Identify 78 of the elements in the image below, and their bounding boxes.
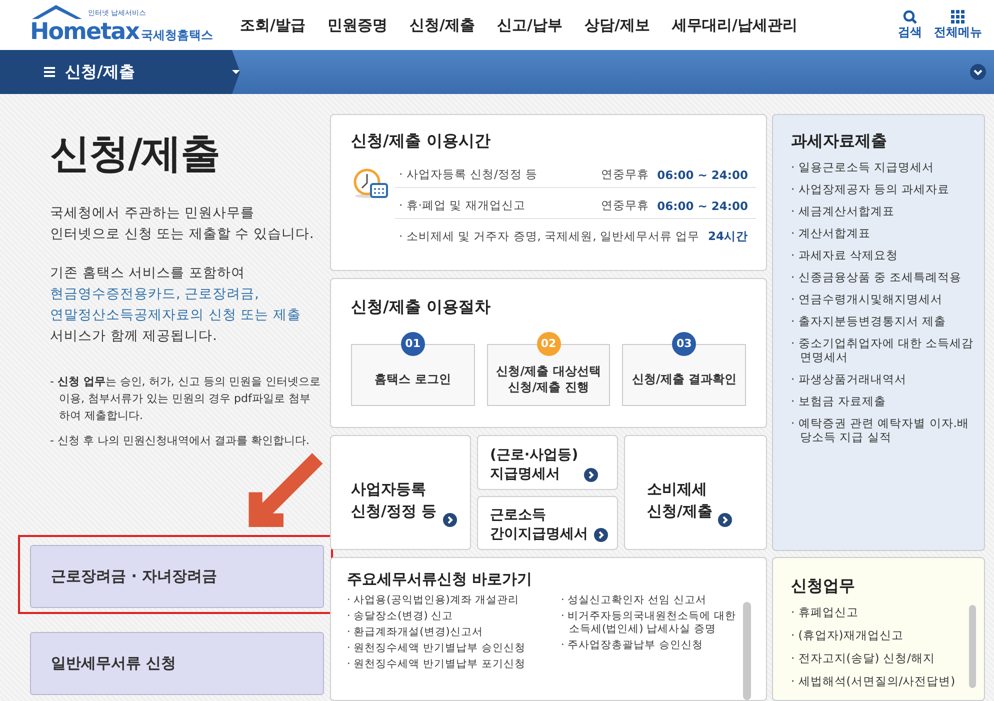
hours-label: · 휴·폐업 및 재개업신고: [399, 198, 526, 213]
card-title: 신청/제출 이용시간: [351, 131, 492, 152]
intro-text: 기존 홈택스 서비스를 포함하여 현금영수증전용카드, 근로장려금, 연말정산소득공제자료의 신청 또는 제출 서비스가 함께 제공됩니다.: [50, 264, 302, 346]
hours-label: · 소비제세 및 거주자 증명, 국제세원, 일반세무서류 업무: [399, 229, 701, 244]
document-link[interactable]: · 송달장소(변경) 신고: [347, 610, 555, 623]
shortcut-tile[interactable]: 사업자등록 신청/정정 등: [330, 435, 471, 550]
panel-link[interactable]: · 전자고지(송달) 신청/해지: [791, 651, 969, 665]
panel-title: 신청업무: [791, 576, 856, 597]
menu-item[interactable]: 세무대리/납세관리: [672, 16, 798, 34]
search-button[interactable]: 검색: [898, 10, 922, 40]
panel-link[interactable]: · 사업장제공자 등의 과세자료: [791, 182, 976, 196]
menu-item[interactable]: 신청/제출: [409, 16, 475, 34]
chevron-right-icon: [718, 513, 732, 527]
panel-link[interactable]: · 출자지분등변경통지서 제출: [791, 314, 976, 328]
caret-icon: [232, 70, 240, 74]
panel-link[interactable]: · 휴폐업신고: [791, 605, 969, 619]
house-roof-icon: [30, 3, 84, 20]
panel-link[interactable]: · 보험금 자료제출: [791, 394, 976, 408]
step-number: 02: [536, 332, 560, 356]
all-menu-button[interactable]: 전체메뉴: [934, 10, 982, 40]
step-label: 신청/제출 결과확인: [632, 371, 736, 387]
document-link[interactable]: · 비거주자등의국내원천소득에 대한 소득세(법인세) 납세사실 증명: [561, 610, 737, 636]
panel-link[interactable]: · (휴업자)재개업신고: [791, 628, 969, 642]
document-link[interactable]: · 환급계좌개설(변경)신고서: [347, 626, 555, 639]
document-link[interactable]: · 사업용(공익법인용)계좌 개설관리: [347, 594, 555, 607]
shortcut-tile[interactable]: (근로·사업등) 지급명세서: [477, 435, 618, 490]
document-link[interactable]: · 원천징수세액 반기별납부 승인신청: [347, 642, 555, 655]
panel-link[interactable]: · 파생상품거래내역서: [791, 372, 976, 386]
step-label: 홈택스 로그인: [374, 371, 451, 387]
scrollbar[interactable]: [969, 605, 976, 688]
hours-time: 06:00 ~ 24:00: [657, 168, 748, 182]
shortcut-tile[interactable]: 근로소득 간이지급명세서: [477, 496, 618, 550]
panel-link[interactable]: · 중소기업취업자에 대한 소득세감면명세서: [791, 336, 976, 364]
chevron-down-icon[interactable]: [970, 64, 986, 80]
step-number: 03: [672, 332, 696, 356]
hours-time: 24시간: [708, 229, 748, 244]
chevron-right-icon: [442, 513, 457, 527]
scrollbar[interactable]: [743, 602, 751, 700]
document-link[interactable]: · 주사업장총괄납부 승인신청: [561, 639, 737, 652]
panel-link[interactable]: · 예탁증권 관련 예탁자별 이자.배당소득 지급 실적: [791, 416, 976, 444]
panel-link[interactable]: · 신종금융상품 중 조세특례적용: [791, 270, 976, 284]
panel-link[interactable]: · 연금수령개시및해지명세서: [791, 292, 976, 306]
card-title: 신청/제출 이용절차: [351, 297, 492, 318]
hours-time: 06:00 ~ 24:00: [657, 198, 748, 212]
clock-calendar-icon: [351, 166, 389, 199]
shortcut-button[interactable]: 근로장려금 · 자녀장려금: [30, 545, 324, 608]
card-title: 주요세무서류신청 바로가기: [347, 570, 534, 589]
menu-item[interactable]: 민원증명: [327, 16, 388, 34]
shortcut-button[interactable]: 일반세무서류 신청: [30, 632, 324, 695]
search-icon: [903, 10, 917, 24]
document-link[interactable]: · 원천징수세액 반기별납부 포기신청: [347, 658, 555, 671]
menu-item[interactable]: 조회/발급: [240, 16, 306, 34]
intro-text: 국세청에서 주관하는 민원사무를 인터넷으로 신청 또는 제출할 수 있습니다.: [50, 204, 315, 244]
note-text: - 신청 업무는 승인, 허가, 신고 등의 민원을 인터넷으로 이용, 첨부서류가 있는 민원의 경우 pdf파일로 첨부하여 제출합니다.: [50, 374, 321, 424]
hours-label: · 사업자등록 신청/정정 등: [399, 167, 538, 182]
logo-text[interactable]: Hometax: [30, 20, 139, 44]
panel-link[interactable]: · 계산서합계표: [791, 226, 976, 240]
menu-item[interactable]: 상담/제보: [584, 16, 650, 34]
hours-note: 연중무휴: [601, 198, 650, 213]
menu-item[interactable]: 신고/납부: [496, 16, 562, 34]
panel-link[interactable]: · 일용근로소득 지급명세서: [791, 160, 976, 174]
logo-subtitle[interactable]: 국세청홈택스: [140, 27, 213, 44]
menu-icon: [44, 67, 55, 77]
grid-icon: [951, 10, 965, 24]
panel-link[interactable]: · 세법해석(서면질의/사전답변): [791, 674, 969, 688]
hours-note: 연중무휴: [601, 167, 650, 182]
shortcut-tile[interactable]: 소비제세 신청/제출: [624, 435, 767, 550]
note-text: - 신청 후 나의 민원신청내역에서 결과를 확인합니다.: [50, 433, 310, 449]
panel-link[interactable]: · 과세자료 삭제요청: [791, 248, 976, 262]
step-number: 01: [400, 332, 425, 356]
document-link[interactable]: · 성실신고확인자 선임 신고서: [561, 594, 737, 607]
panel-link[interactable]: · 세금계산서합계표: [791, 204, 976, 218]
section-dropdown[interactable]: 신청/제출: [0, 50, 240, 94]
step-label: 신청/제출 대상선택 신청/제출 진행: [496, 363, 601, 395]
chevron-right-icon: [584, 468, 598, 482]
panel-title: 과세자료제출: [791, 131, 888, 152]
chevron-right-icon: [594, 528, 608, 542]
page-title: 신청/제출: [50, 130, 221, 179]
